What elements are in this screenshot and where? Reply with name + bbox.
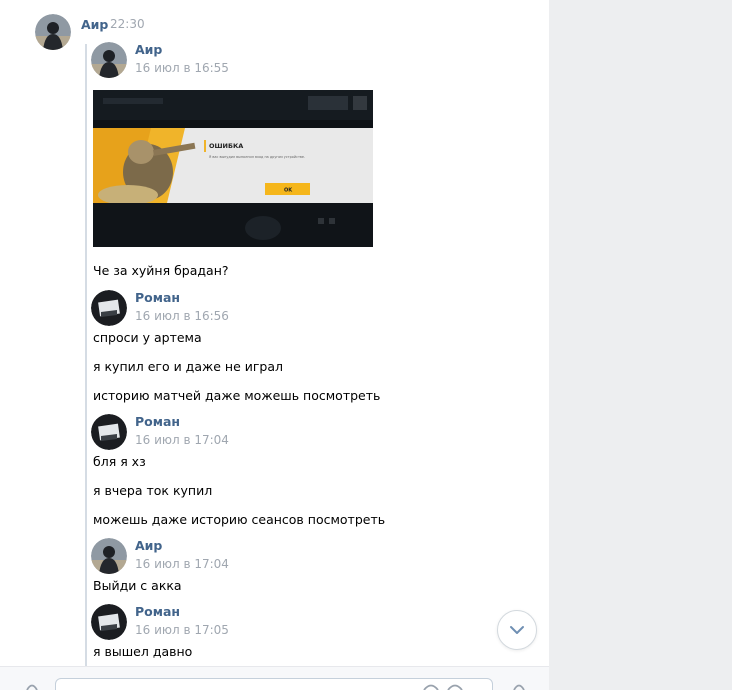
message-date[interactable]: 16 июл в 17:05 bbox=[135, 623, 229, 637]
dialog-ok-button: OK bbox=[284, 188, 293, 194]
scroll-down-button[interactable] bbox=[497, 610, 537, 650]
avatar[interactable] bbox=[91, 414, 127, 450]
avatar[interactable] bbox=[35, 14, 71, 50]
message-text: я вышел давно bbox=[93, 644, 193, 659]
avatar[interactable] bbox=[91, 604, 127, 640]
message-text: бля я хз bbox=[93, 454, 146, 469]
message-date[interactable]: 16 июл в 17:04 bbox=[135, 433, 229, 447]
chevron-down-icon bbox=[510, 626, 524, 634]
avatar[interactable] bbox=[91, 290, 127, 326]
message-date[interactable]: 16 июл в 16:56 bbox=[135, 309, 229, 323]
photo-attachment[interactable]: ОШИБКА Я вас вынудил выполнил вход на др… bbox=[93, 90, 373, 247]
message-author[interactable]: Аир bbox=[135, 42, 162, 57]
dialog-text: Я вас вынудил выполнил вход на другом ус… bbox=[209, 155, 305, 159]
message-date[interactable]: 16 июл в 16:55 bbox=[135, 61, 229, 75]
dialog-title: ОШИБКА bbox=[209, 142, 243, 150]
message-text: Че за хуйня брадан? bbox=[93, 263, 229, 278]
message-text: историю матчей даже можешь посмотреть bbox=[93, 388, 381, 403]
forward-author[interactable]: Аир bbox=[81, 17, 108, 32]
forward-thread-line bbox=[85, 44, 87, 666]
microphone-icon[interactable] bbox=[512, 683, 526, 690]
message-author[interactable]: Роман bbox=[135, 414, 180, 429]
message-text: я купил его и даже не играл bbox=[93, 359, 284, 374]
message-author[interactable]: Аир bbox=[135, 538, 162, 553]
message-text: можешь даже историю сеансов посмотреть bbox=[93, 512, 386, 527]
chat-panel: Аир 22:30 Аир 16 июл в 16:55 ОШИБКА Я ва… bbox=[0, 0, 549, 690]
forward-time[interactable]: 22:30 bbox=[110, 17, 145, 31]
message-text: Выйди с акка bbox=[93, 578, 182, 593]
message-text: я вчера ток купил bbox=[93, 483, 213, 498]
message-author[interactable]: Роман bbox=[135, 290, 180, 305]
message-author[interactable]: Роман bbox=[135, 604, 180, 619]
paperclip-icon[interactable] bbox=[24, 683, 40, 690]
message-date[interactable]: 16 июл в 17:04 bbox=[135, 557, 229, 571]
avatar[interactable] bbox=[91, 42, 127, 78]
message-text: спроси у артема bbox=[93, 330, 202, 345]
avatar[interactable] bbox=[91, 538, 127, 574]
smile-icon[interactable] bbox=[423, 684, 463, 690]
